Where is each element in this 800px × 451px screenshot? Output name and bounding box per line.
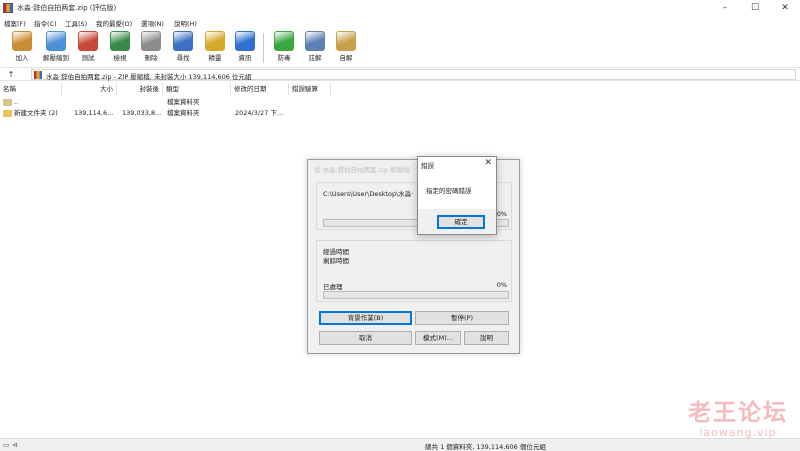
view-button[interactable]: 檢視: [104, 30, 136, 65]
winrar-app-icon: [3, 3, 13, 13]
row-name: ..: [14, 98, 19, 106]
processed-label: 已處理: [323, 283, 343, 291]
row-type: 檔案資料夾: [167, 98, 200, 106]
row-name: 新建文件夹 (2): [14, 109, 58, 117]
column-header-crc[interactable]: 錯誤驗算: [289, 83, 331, 95]
watermark-url: laowang.vip: [699, 426, 777, 439]
window-title: 水淼·辞伯自拍两套.zip (評估版): [17, 4, 117, 12]
background-button[interactable]: 背景作業(B): [319, 311, 412, 325]
comment-button[interactable]: 註解: [299, 30, 331, 65]
menu-help[interactable]: 說明(H): [174, 18, 197, 28]
toolbar-separator: [263, 33, 264, 63]
info-icon: [235, 31, 255, 51]
status-bar: ▭ ⊲ 總共 1 個資料夾, 139,114,606 個位元組: [0, 438, 800, 451]
menu-favorites[interactable]: 我的最愛(O): [96, 18, 132, 28]
test-label: 測試: [81, 54, 95, 62]
extract-to-label: 解壓縮到: [43, 54, 69, 62]
column-header-name[interactable]: 名稱: [0, 83, 62, 95]
archive-icon: [34, 71, 42, 79]
ok-button[interactable]: 確定: [437, 215, 485, 229]
up-arrow-icon[interactable]: ↑: [4, 69, 18, 80]
overall-percent: 0%: [496, 281, 507, 289]
row-size: 139,114,6...: [74, 109, 114, 117]
virus-scan-label: 防毒: [277, 54, 291, 62]
overall-progress-group: 經過時間 剩餘時間 已處理 0%: [316, 240, 512, 302]
find-label: 尋找: [176, 54, 190, 62]
menu-bar: 檔案(F) 指令(C) 工具(S) 我的最愛(O) 選項(N) 說明(H): [0, 16, 800, 29]
address-field[interactable]: 水淼·辞伯自拍两套.zip - ZIP 壓縮檔, 未封裝大小 139,114,6…: [31, 69, 796, 81]
overall-progress-bar: [323, 291, 509, 299]
sfx-box-icon: [336, 31, 356, 51]
virus-scan-icon: [274, 31, 294, 51]
destination-path: C:\Users\User\Desktop\水淼·: [323, 190, 414, 198]
column-header-type[interactable]: 類型: [163, 83, 231, 95]
row-type: 檔案資料夾: [167, 109, 200, 117]
mode-button[interactable]: 模式(M)...: [415, 331, 461, 345]
column-header-modified[interactable]: 修改的日期: [231, 83, 289, 95]
extract-to-icon: [46, 31, 66, 51]
menu-commands[interactable]: 指令(C): [34, 18, 57, 28]
comment-icon: [305, 31, 325, 51]
add-label: 加入: [15, 54, 29, 62]
wizard-label: 精靈: [208, 54, 222, 62]
menu-options[interactable]: 選項(N): [141, 18, 164, 28]
pause-button[interactable]: 暫停(P): [415, 311, 509, 325]
error-title: 錯誤: [421, 162, 434, 170]
title-bar: 水淼·辞伯自拍两套.zip (評估版) – ☐ ✕: [0, 0, 800, 16]
error-message-box: 錯誤 ✕ 指定的密碼錯誤 確定: [417, 156, 497, 235]
test-icon: [78, 31, 98, 51]
delete-button[interactable]: 刪除: [135, 30, 167, 65]
wizard-wand-icon: [205, 31, 225, 51]
minimize-button[interactable]: –: [710, 0, 740, 16]
column-header-size[interactable]: 大小: [62, 83, 117, 95]
file-percent: 0%: [496, 210, 507, 218]
wizard-button[interactable]: 精靈: [199, 30, 231, 65]
parent-folder-icon: [3, 99, 12, 106]
close-icon[interactable]: ✕: [484, 158, 492, 168]
add-archive-icon: [12, 31, 32, 51]
view-book-icon: [110, 31, 130, 51]
watermark-chinese: 老王论坛: [688, 399, 788, 426]
help-button[interactable]: 說明: [464, 331, 509, 345]
test-button[interactable]: 測試: [72, 30, 104, 65]
info-label: 資訊: [238, 54, 252, 62]
message-box-footer: 確定: [418, 209, 496, 234]
remaining-time-label: 剩餘時間: [323, 257, 349, 265]
column-header-packed[interactable]: 封裝後: [117, 83, 163, 95]
error-message: 指定的密碼錯誤: [426, 187, 472, 195]
menu-tools[interactable]: 工具(S): [65, 18, 87, 28]
row-modified: 2024/3/27 下...: [235, 109, 284, 117]
maximize-button[interactable]: ☐: [740, 0, 770, 16]
comment-label: 註解: [308, 54, 322, 62]
info-button[interactable]: 資訊: [229, 30, 261, 65]
site-watermark: 老王论坛 laowang.vip: [688, 399, 788, 440]
folder-icon: [3, 110, 12, 117]
delete-label: 刪除: [144, 54, 158, 62]
sfx-label: 自解: [339, 54, 353, 62]
address-bar: ↑ 水淼·辞伯自拍两套.zip - ZIP 壓縮檔, 未封裝大小 139,114…: [0, 67, 800, 81]
add-button[interactable]: 加入: [6, 30, 38, 65]
view-label: 檢視: [113, 54, 127, 62]
toolbar: 加入 解壓縮到 測試 檢視 刪除 尋找 精靈 資訊 防毒 註解 自解: [0, 29, 800, 66]
sfx-button[interactable]: 自解: [330, 30, 362, 65]
delete-bin-icon: [141, 31, 161, 51]
status-text: 總共 1 個資料夾, 139,114,606 個位元組: [425, 443, 546, 451]
row-packed: 139,033,8...: [122, 109, 162, 117]
progress-dialog-title: 從 水淼·辞伯自拍两套.zip 解壓縮: [314, 166, 410, 174]
folder-row[interactable]: 新建文件夹 (2) 139,114,6... 139,033,8... 檔案資料…: [0, 108, 330, 119]
find-magnifier-icon: [173, 31, 193, 51]
find-button[interactable]: 尋找: [167, 30, 199, 65]
cancel-button[interactable]: 取消: [319, 331, 412, 345]
close-button[interactable]: ✕: [770, 0, 800, 16]
menu-file[interactable]: 檔案(F): [4, 18, 26, 28]
extract-to-button[interactable]: 解壓縮到: [40, 30, 72, 65]
virus-scan-button[interactable]: 防毒: [268, 30, 300, 65]
parent-folder-row[interactable]: .. 檔案資料夾: [0, 97, 330, 108]
address-path: 水淼·辞伯自拍两套.zip - ZIP 壓縮檔, 未封裝大小 139,114,6…: [46, 73, 252, 81]
drive-key-icons: ▭ ⊲: [3, 441, 18, 449]
